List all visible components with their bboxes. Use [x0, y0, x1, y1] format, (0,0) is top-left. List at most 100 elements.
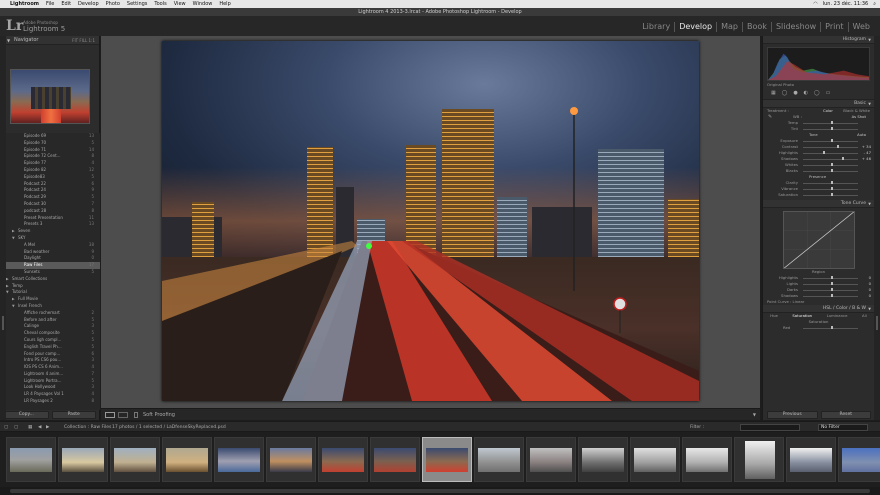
slider-knob[interactable]	[830, 294, 833, 298]
collection-item[interactable]: ▼ Insel French	[0, 303, 100, 310]
disclosure-triangle-icon[interactable]: ▶	[12, 296, 15, 303]
tone-curve-header[interactable]: Tone Curve ▼	[763, 200, 874, 208]
collection-item[interactable]: Episode 77 4	[0, 160, 100, 167]
adjustment-slider[interactable]	[803, 181, 858, 185]
reset-button[interactable]: Reset	[820, 411, 871, 419]
slider-knob[interactable]	[837, 145, 840, 149]
collection-item[interactable]: English Travel Ph... 5	[0, 344, 100, 351]
filmstrip-thumbnail[interactable]	[58, 437, 108, 482]
collection-item[interactable]: Podcast 24 9	[0, 187, 100, 194]
module-develop[interactable]: Develop	[675, 22, 718, 32]
collection-item[interactable]: Intro PS CS6 pou... 3	[0, 357, 100, 364]
adjustment-slider[interactable]	[803, 127, 858, 131]
module-web[interactable]: Web	[849, 22, 874, 32]
scroll-grip[interactable]	[876, 316, 878, 330]
slider-knob[interactable]	[841, 157, 844, 161]
collection-item[interactable]: Podcast 29 5	[0, 194, 100, 201]
collection-item[interactable]: Episode 70 5	[0, 140, 100, 147]
navigator-zoom-options[interactable]: FIT FILL 1:1	[72, 36, 95, 45]
copy-button[interactable]: Copy...	[4, 411, 49, 419]
filmstrip-thumbnail[interactable]	[786, 437, 836, 482]
slider-knob[interactable]	[830, 169, 833, 173]
slider-knob[interactable]	[830, 187, 833, 191]
slider-knob[interactable]	[830, 276, 833, 280]
filter-flags[interactable]	[740, 424, 800, 431]
scroll-thumb[interactable]	[10, 489, 870, 493]
collection-item[interactable]: Sunsets 5	[0, 269, 100, 276]
collection-item[interactable]: Cours ligh compl... 5	[0, 337, 100, 344]
navigator-preview[interactable]	[9, 69, 90, 124]
adjustment-slider[interactable]	[803, 139, 858, 143]
region-slider[interactable]	[803, 294, 858, 298]
adjustment-slider[interactable]	[803, 151, 858, 155]
toolbar-menu-icon[interactable]: ▼	[753, 409, 756, 421]
filmstrip-thumbnail[interactable]	[370, 437, 420, 482]
red-slider[interactable]	[803, 326, 858, 330]
collection-item[interactable]: Episode 82 12	[0, 167, 100, 174]
previous-button[interactable]: Previous	[767, 411, 818, 419]
disclosure-triangle-icon[interactable]: ▶	[6, 276, 9, 283]
basic-header[interactable]: Basic ▼	[763, 100, 874, 108]
left-edge[interactable]	[0, 36, 6, 420]
filter-dropdown[interactable]: No Filter	[818, 424, 868, 431]
slider-knob[interactable]	[830, 193, 833, 197]
filmstrip-thumbnail[interactable]	[266, 437, 316, 482]
collection-item[interactable]: Preset Presentation 11	[0, 215, 100, 222]
hsl-header[interactable]: HSL / Color / B & W ▼	[763, 305, 874, 313]
scroll-grip[interactable]	[2, 316, 4, 330]
menu-settings[interactable]: Settings	[127, 0, 148, 8]
main-photo[interactable]	[162, 41, 699, 401]
slider-knob[interactable]	[830, 139, 833, 143]
before-after-icon[interactable]	[118, 412, 128, 418]
slider-knob[interactable]	[830, 181, 833, 185]
slider-knob[interactable]	[822, 151, 825, 155]
filmstrip-thumbnail[interactable]	[422, 437, 472, 482]
collection-item[interactable]: Look Hollywood 3	[0, 384, 100, 391]
region-slider[interactable]	[803, 288, 858, 292]
collection-item[interactable]: ▶ Temp	[0, 283, 100, 290]
histogram[interactable]	[767, 47, 870, 81]
collection-item[interactable]: Episode 71 14	[0, 147, 100, 154]
collection-item[interactable]: LR Paysages 2 8	[0, 398, 100, 405]
collection-item[interactable]: podcast 28 8	[0, 208, 100, 215]
disclosure-triangle-icon[interactable]: ▼	[6, 289, 9, 296]
module-print[interactable]: Print	[821, 22, 849, 32]
adjustment-slider[interactable]	[803, 187, 858, 191]
adjustment-slider[interactable]	[803, 145, 858, 149]
collection-item[interactable]: Cheval composite 5	[0, 330, 100, 337]
collection-item[interactable]: LR 4 Paysages Vol 1 4	[0, 391, 100, 398]
slider-knob[interactable]	[830, 127, 833, 131]
paste-button[interactable]: Paste	[51, 411, 96, 419]
collection-item[interactable]: ▶ Smart Collections	[0, 276, 100, 283]
disclosure-triangle-icon[interactable]: ▼	[12, 303, 15, 310]
module-library[interactable]: Library	[638, 22, 676, 32]
collection-item[interactable]: ▼ Tutorial	[0, 289, 100, 296]
spotlight-icon[interactable]: ⌕	[873, 0, 876, 8]
collection-item[interactable]: Fond pour comp... 6	[0, 351, 100, 358]
filmstrip-thumbnail[interactable]	[630, 437, 680, 482]
filmstrip-thumbnail[interactable]	[578, 437, 628, 482]
collection-item[interactable]: ▶ Full Movie	[0, 296, 100, 303]
adjustment-slider[interactable]	[803, 157, 858, 161]
filmstrip-thumbnail[interactable]	[838, 437, 880, 482]
wifi-icon[interactable]: ◠	[813, 0, 817, 8]
collection-item[interactable]: ▶ Seven	[0, 228, 100, 235]
slider-knob[interactable]	[830, 121, 833, 125]
adjustment-slider[interactable]	[803, 193, 858, 197]
filmstrip-thumbnail[interactable]	[526, 437, 576, 482]
menu-help[interactable]: Help	[219, 0, 230, 8]
adjustment-slider[interactable]	[803, 163, 858, 167]
collection-item[interactable]: IOS PS CS 6 Anim... 4	[0, 364, 100, 371]
collection-item[interactable]: Daylight 0	[0, 255, 100, 262]
collection-item[interactable]: Raw Files 17	[0, 262, 100, 269]
tone-curve-graph[interactable]	[782, 211, 855, 269]
module-slideshow[interactable]: Slideshow	[772, 22, 822, 32]
slider-knob[interactable]	[830, 288, 833, 292]
loupe-view-icon[interactable]	[105, 412, 115, 418]
slider-knob[interactable]	[830, 326, 833, 330]
filmstrip-thumbnail[interactable]	[318, 437, 368, 482]
module-map[interactable]: Map	[717, 22, 744, 32]
slider-knob[interactable]	[830, 163, 833, 167]
collection-item[interactable]: A Mel 38	[0, 242, 100, 249]
collection-item[interactable]: Before and after 5	[0, 317, 100, 324]
